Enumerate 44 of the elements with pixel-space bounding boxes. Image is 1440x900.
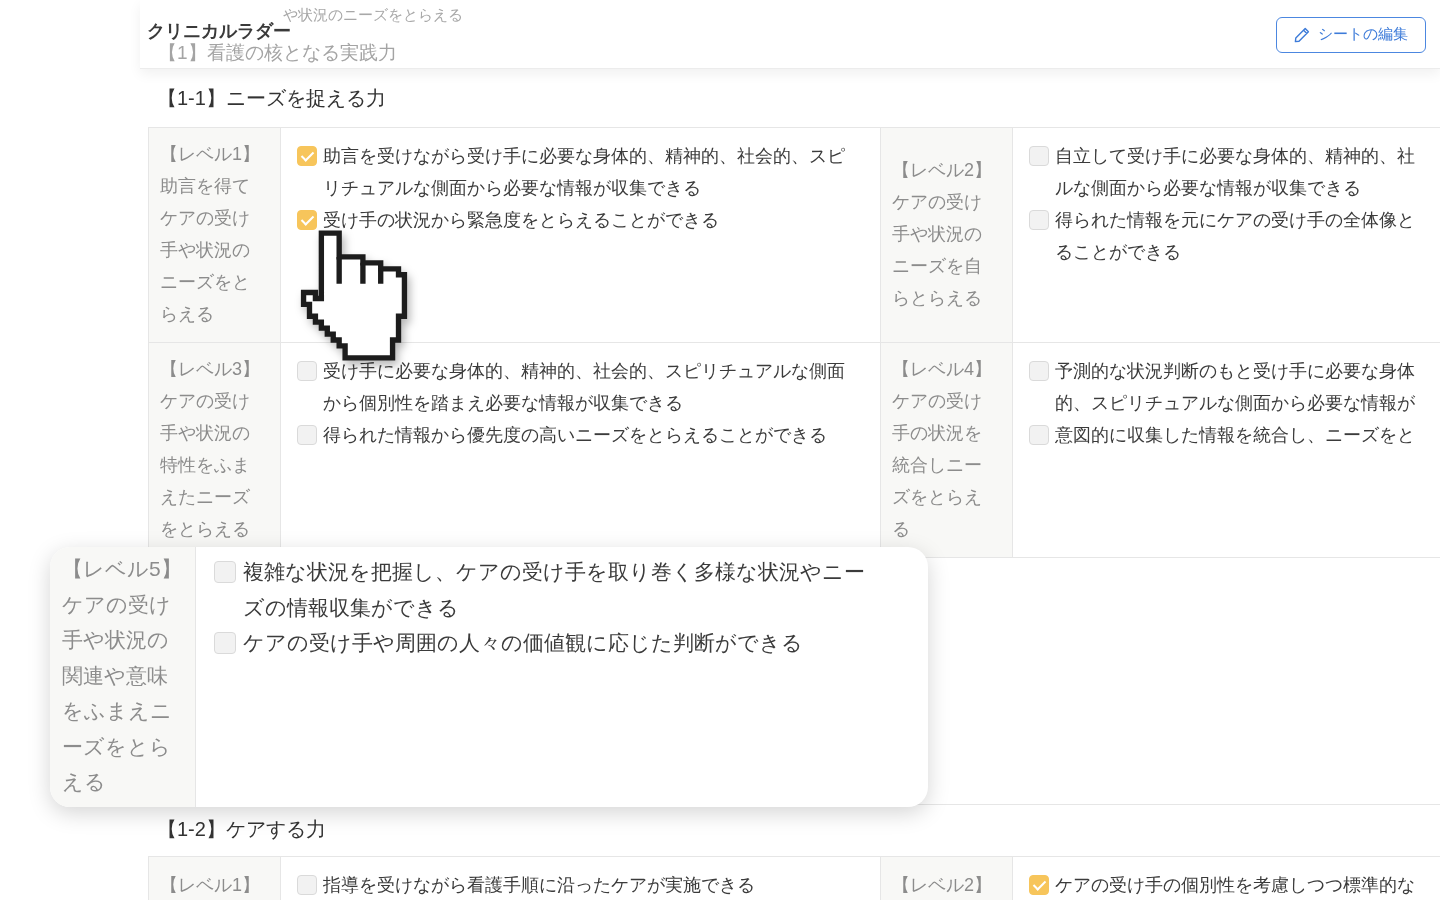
criterion-text: 意図的に収集した情報を統合し、ニーズをと	[1055, 424, 1415, 447]
criterion-text: ケアの受け手や周囲の人々の価値観に応じた判断ができる	[243, 630, 803, 656]
criterion-text: 予測的な状況判断のもと受け手に必要な身体 的、スピリチュアルな側面から必要な情報が	[1055, 360, 1415, 415]
edit-sheet-button[interactable]: シートの編集	[1276, 16, 1426, 53]
section-title: 【1-2】ケアする力	[157, 817, 327, 842]
criterion-text: 指導を受けながら看護手順に沿ったケアが実施できる	[323, 874, 755, 897]
level-tag: 【レベル2】	[892, 869, 1006, 900]
checkbox[interactable]	[297, 146, 317, 166]
checkbox[interactable]	[1029, 146, 1049, 166]
level-tag: 【レベル5】	[62, 551, 189, 587]
level-tag: 【レベル1】	[160, 138, 274, 170]
level-tag: 【レベル3】	[160, 353, 274, 385]
criterion-text: 得られた情報から優先度の高いニーズをとらえることができる	[323, 424, 827, 447]
checkbox[interactable]	[1029, 425, 1049, 445]
checkbox[interactable]	[1029, 361, 1049, 381]
level-tag: 【レベル2】	[892, 154, 1006, 186]
criterion-text: 複雑な状況を把握し、ケアの受け手を取り巻く多様な状況やニーズの情報収集ができる	[243, 559, 866, 621]
checkbox[interactable]	[1029, 875, 1049, 895]
criterion-text: 自立して受け手に必要な身体的、精神的、社 ルな側面から必要な情報が収集できる	[1055, 145, 1415, 200]
pencil-icon	[1294, 26, 1310, 43]
checkbox[interactable]	[214, 632, 236, 654]
hand-cursor-icon	[300, 229, 408, 362]
faded-caption: や状況のニーズをとらえる	[283, 7, 463, 22]
criterion-text: ケアの受け手の個別性を考慮しつつ標準的な	[1055, 874, 1415, 897]
checkbox[interactable]	[297, 210, 317, 230]
level-tag: 【レベル4】	[892, 353, 1006, 385]
criterion-text: 得られた情報を元にケアの受け手の全体像と ることができる	[1055, 209, 1415, 264]
criterion-text: 助言を受けながら受け手に必要な身体的、精神的、社会的、スピリチュアルな側面から必要な情報が収集できる	[323, 145, 846, 200]
criterion-text: 受け手に必要な身体的、精神的、社会的、スピリチュアルな側面から個別性を踏まえ必要な情報が収集できる	[323, 360, 846, 415]
checkbox[interactable]	[297, 361, 317, 381]
level-tag: 【レベル1】	[160, 869, 274, 900]
checkbox[interactable]	[297, 425, 317, 445]
checkbox[interactable]	[297, 875, 317, 895]
criterion-text: 受け手の状況から緊急度をとらえることができる	[323, 209, 719, 232]
checkbox[interactable]	[1029, 210, 1049, 230]
level-description: ケアの受け手や状況のニーズを自らとらえる	[892, 191, 983, 310]
page-title: クリニカルラダー	[147, 22, 291, 40]
section-title: 【1-1】ニーズを捉える力	[157, 86, 387, 111]
level-description: ケアの受け手や状況の特性をふまえたニーズをとらえる	[160, 390, 251, 541]
level-description: ケアの受け手の状況を統合しニーズをとらえる	[892, 390, 983, 541]
level-description: ケアの受け手や状況の関連や意味をふまえニーズをとらえる	[62, 591, 173, 795]
level-description: 助言を得てケアの受け手や状況のニーズをとらえる	[160, 175, 251, 326]
faded-section-heading: 【1】看護の核となる実践力	[158, 43, 397, 63]
checkbox[interactable]	[214, 561, 236, 583]
